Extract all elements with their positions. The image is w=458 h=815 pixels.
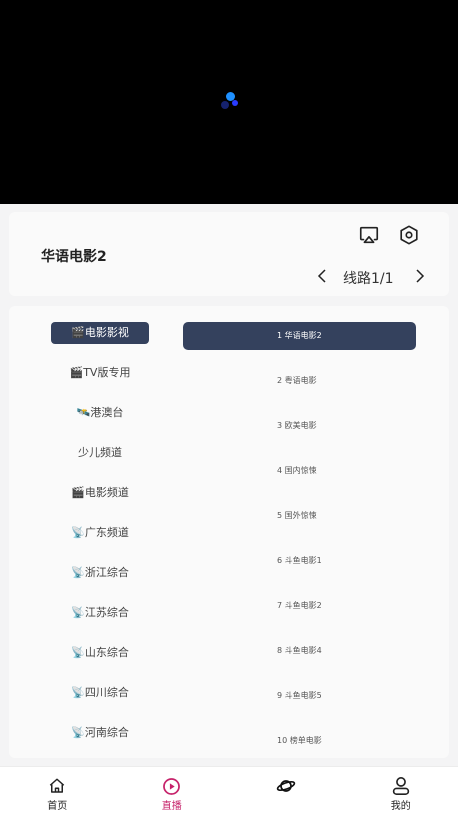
play-circle-icon [162,776,182,796]
source-item[interactable]: 2 粤语电影 [183,367,416,412]
source-item[interactable]: 5 国外惊悚 [183,502,416,547]
category-item[interactable]: 🎬电影影视 [51,322,149,362]
category-item[interactable]: 📡广东频道 [51,522,149,562]
category-label: 🛰️港澳台 [76,406,124,419]
tab-home[interactable]: 首页 [0,767,115,815]
tab-home-label: 首页 [47,801,68,812]
planet-icon [276,776,296,796]
source-label: 3 欧美电影 [277,421,317,430]
airplay-icon[interactable] [357,223,381,247]
source-label: 2 粤语电影 [277,376,317,385]
category-label: 🎬电影频道 [71,486,129,499]
source-label: 10 榜单电影 [277,736,322,745]
chevron-right-icon[interactable] [409,264,429,288]
channel-info-card: 华语电影2 线路1/1 [9,212,449,296]
source-label: 4 国内惊悚 [277,466,317,475]
category-item[interactable]: 📡四川综合 [51,682,149,722]
source-label: 8 斗鱼电影4 [277,646,322,655]
user-icon [391,776,411,796]
category-label: 🎬电影影视 [51,322,149,344]
channel-list-card: 🎬电影影视 🎬TV版专用 🛰️港澳台 少儿频道 🎬电影频道 📡广东频道 📡浙江综… [9,306,449,758]
tab-live-label: 直播 [161,801,182,812]
source-item[interactable]: 3 欧美电影 [183,412,416,457]
source-item[interactable]: 6 斗鱼电影1 [183,547,416,592]
route-label: 线路1/1 [343,271,394,287]
hexagon-settings-icon[interactable] [397,223,421,247]
category-label: 少儿频道 [78,446,122,459]
category-item[interactable]: 🎬电影频道 [51,482,149,522]
category-label: 📡浙江综合 [71,566,129,579]
source-item[interactable]: 10 榜单电影 [183,727,416,758]
video-player[interactable] [0,0,458,204]
category-label: 📡广东频道 [71,526,129,539]
source-item[interactable]: 1 华语电影2 [183,322,416,367]
tab-discover[interactable] [229,767,344,815]
source-label: 9 斗鱼电影5 [277,691,322,700]
category-item[interactable]: 🛰️港澳台 [51,402,149,442]
category-label: 🎬TV版专用 [69,366,131,379]
category-item[interactable]: 📡江苏综合 [51,602,149,642]
source-list: 1 华语电影2 2 粤语电影 3 欧美电影 4 国内惊悚 5 国外惊悚 6 斗鱼… [183,322,416,758]
category-label: 📡四川综合 [71,686,129,699]
category-item[interactable]: 🎬TV版专用 [51,362,149,402]
source-label: 1 华语电影2 [183,322,416,350]
source-item[interactable]: 9 斗鱼电影5 [183,682,416,727]
source-item[interactable]: 7 斗鱼电影2 [183,592,416,637]
tab-live[interactable]: 直播 [115,767,230,815]
category-item[interactable]: 📡山东综合 [51,642,149,682]
source-label: 6 斗鱼电影1 [277,556,322,565]
category-label: 📡山东综合 [71,646,129,659]
loading-spinner [220,92,240,110]
category-label: 📡江苏综合 [71,606,129,619]
category-item[interactable]: 📡浙江综合 [51,562,149,602]
tab-mine[interactable]: 我的 [344,767,458,815]
source-label: 7 斗鱼电影2 [277,601,322,610]
category-item[interactable]: 少儿频道 [51,442,149,482]
source-label: 5 国外惊悚 [277,511,317,520]
category-label: 📡河南综合 [71,726,129,739]
category-item[interactable]: 📡河南综合 [51,722,149,758]
category-list: 🎬电影影视 🎬TV版专用 🛰️港澳台 少儿频道 🎬电影频道 📡广东频道 📡浙江综… [51,322,149,758]
bottom-tab-bar: 首页 直播 我的 [0,766,458,815]
source-item[interactable]: 8 斗鱼电影4 [183,637,416,682]
home-icon [47,776,67,796]
source-item[interactable]: 4 国内惊悚 [183,457,416,502]
channel-title: 华语电影2 [41,249,107,265]
chevron-left-icon[interactable] [313,264,333,288]
tab-mine-label: 我的 [390,801,411,812]
